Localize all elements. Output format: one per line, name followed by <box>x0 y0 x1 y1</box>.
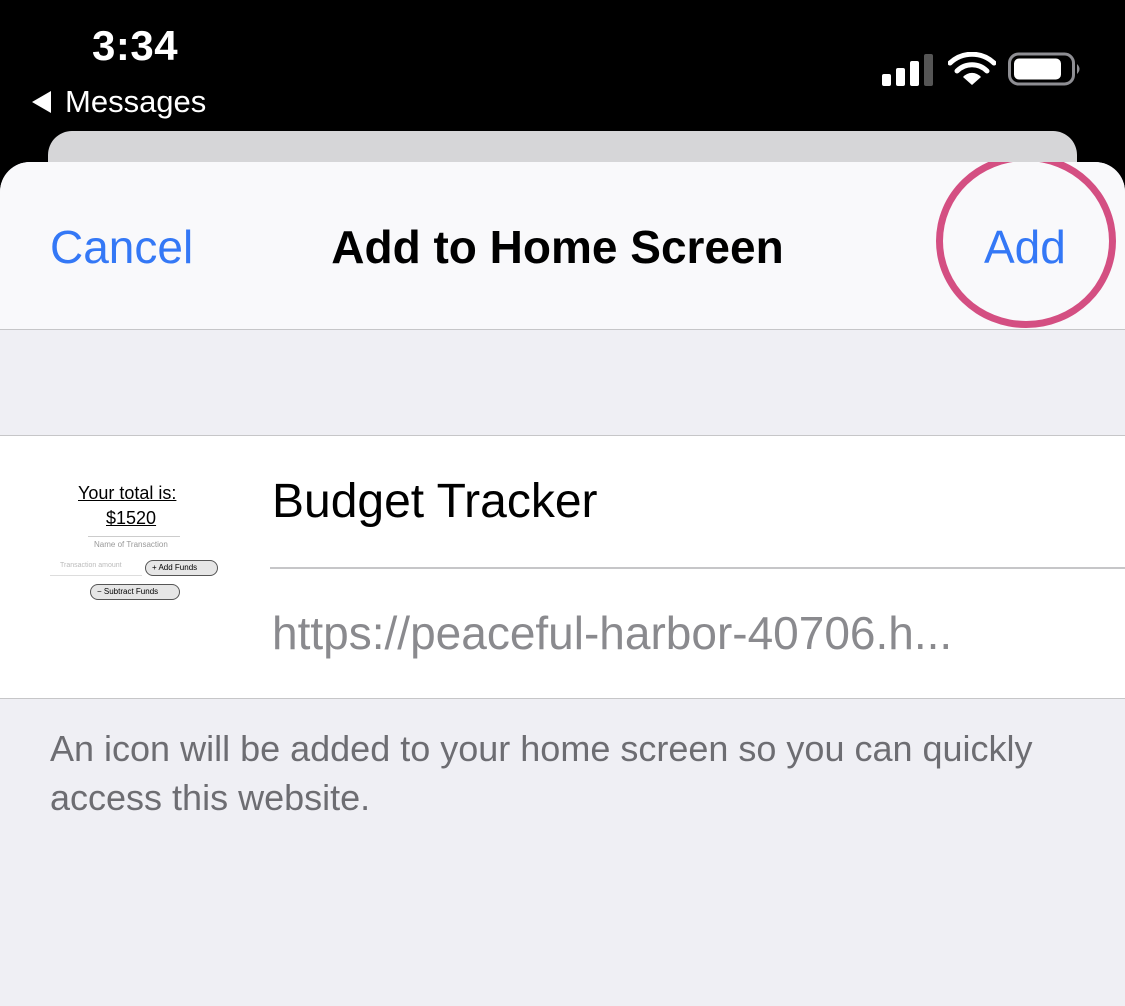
back-arrow-icon <box>32 91 51 113</box>
cellular-signal-icon <box>882 52 934 86</box>
thumbnail-total-label: Your total is: <box>78 483 177 503</box>
thumbnail-amount-field: Transaction amount <box>50 562 142 576</box>
sheet-nav-bar: Cancel Add to Home Screen Add <box>0 162 1125 330</box>
add-to-home-screen-sheet: Cancel Add to Home Screen Add Your total… <box>0 162 1125 1006</box>
thumbnail-subtract-funds-button: − Subtract Funds <box>90 584 180 600</box>
thumbnail-name-field: Name of Transaction <box>94 540 168 549</box>
sheet-title-text: Add to Home Screen <box>331 221 784 273</box>
add-highlight-annotation <box>936 162 1116 328</box>
thumbnail-add-funds-button: + Add Funds <box>145 560 218 576</box>
thumbnail-total-value: $1520 <box>106 508 157 528</box>
footer-note: An icon will be added to your home scree… <box>50 728 1033 818</box>
back-link-label: Messages <box>65 84 207 119</box>
back-to-messages-link[interactable]: Messages <box>32 84 206 120</box>
bookmark-name-input[interactable]: Budget Tracker <box>272 474 598 529</box>
row-separator <box>270 567 1125 569</box>
bookmark-form: Your total is: $1520 Name of Transaction… <box>0 435 1125 699</box>
site-thumbnail: Your total is: $1520 Name of Transaction… <box>50 478 218 608</box>
status-time: 3:34 <box>92 22 179 69</box>
bookmark-url: https://peaceful-harbor-40706.h... <box>272 607 953 659</box>
status-bar: 3:34 Messages <box>0 0 1125 135</box>
wifi-icon <box>948 52 996 85</box>
cancel-button[interactable]: Cancel <box>50 220 193 274</box>
thumbnail-divider <box>88 536 180 537</box>
battery-icon <box>1008 52 1080 86</box>
